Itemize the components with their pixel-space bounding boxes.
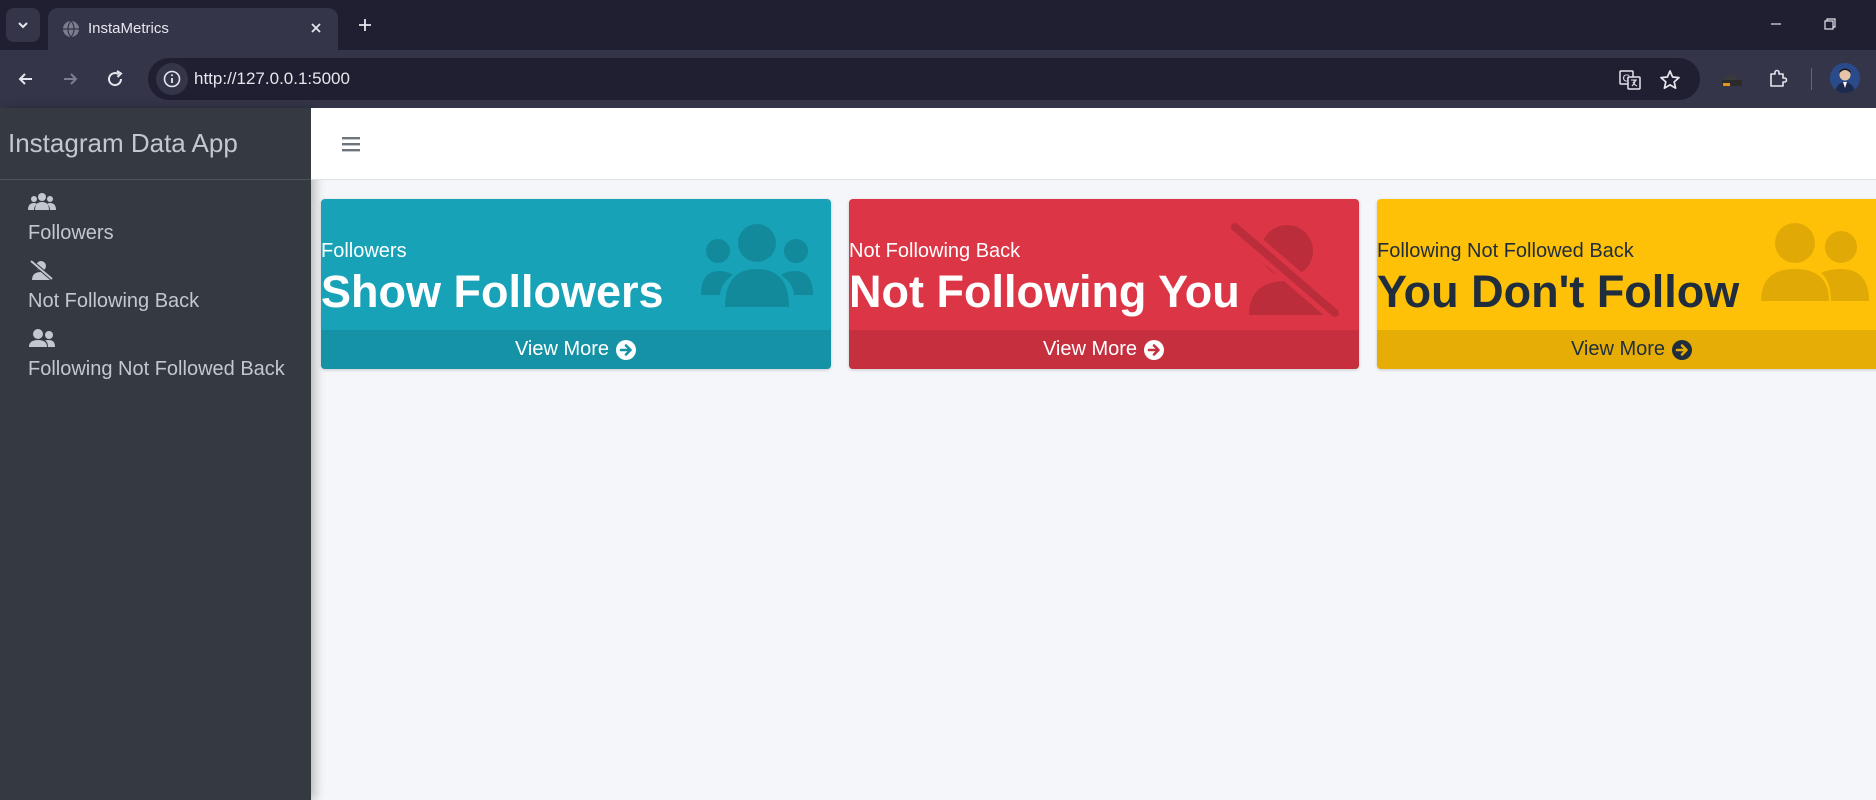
card-subtitle: Followers xyxy=(321,240,407,262)
main-content: Followers Show Followers View More Not F… xyxy=(311,180,1876,800)
sidebar-item-label: Following Not Followed Back xyxy=(28,358,285,380)
minimize-icon xyxy=(1771,23,1781,25)
toolbar-divider xyxy=(1811,68,1812,90)
menu-toggle-button[interactable] xyxy=(337,130,365,158)
tab-close-button[interactable] xyxy=(304,16,328,40)
extension-item-button[interactable] xyxy=(1716,63,1748,95)
hamburger-icon xyxy=(342,137,360,152)
new-tab-button[interactable] xyxy=(350,10,380,40)
sidebar-item-followers[interactable]: Followers xyxy=(0,180,311,248)
view-more-label: View More xyxy=(514,338,610,360)
url-text: http://127.0.0.1:5000 xyxy=(194,69,350,88)
card-title: You Don't Follow xyxy=(1377,266,1740,317)
translate-button[interactable]: G xyxy=(1616,66,1644,94)
card-view-more-link[interactable]: View More xyxy=(1377,330,1876,369)
plus-icon xyxy=(359,19,371,31)
view-more-label: View More xyxy=(1570,338,1666,360)
user-friends-icon xyxy=(29,329,55,347)
forward-button[interactable] xyxy=(54,63,86,95)
extension-item-icon xyxy=(1722,75,1742,86)
address-bar[interactable]: http://127.0.0.1:5000 G xyxy=(148,58,1700,100)
card-title: Show Followers xyxy=(321,266,664,317)
card-subtitle: Not Following Back xyxy=(849,240,1021,262)
card-subtitle: Following Not Followed Back xyxy=(1377,240,1634,262)
restore-button[interactable] xyxy=(1810,8,1850,40)
chevron-down-icon xyxy=(18,22,28,29)
user-friends-icon xyxy=(1761,223,1869,301)
users-icon xyxy=(701,224,813,307)
restore-icon xyxy=(1824,18,1836,30)
translate-icon: G xyxy=(1619,70,1641,90)
arrow-circle-right-icon xyxy=(616,339,637,360)
user-slash-icon xyxy=(1229,223,1341,319)
view-more-label: View More xyxy=(1042,338,1138,360)
browser-toolbar: http://127.0.0.1:5000 G xyxy=(0,50,1876,108)
back-button[interactable] xyxy=(10,63,42,95)
globe-icon xyxy=(63,20,79,38)
sidebar: Instagram Data App Followers Not Followi… xyxy=(0,108,311,800)
reload-button[interactable] xyxy=(99,63,131,95)
browser-tab-bar: InstaMetrics xyxy=(0,0,1876,50)
arrow-left-icon xyxy=(18,73,32,85)
sidebar-item-label: Followers xyxy=(28,222,114,244)
card-followers: Followers Show Followers View More xyxy=(321,199,831,369)
minimize-button[interactable] xyxy=(1756,8,1796,40)
arrow-circle-right-icon xyxy=(1672,339,1693,360)
card-following-not-followed-back: Following Not Followed Back You Don't Fo… xyxy=(1377,199,1876,369)
puzzle-icon xyxy=(1770,69,1788,87)
person-icon xyxy=(1830,63,1860,93)
star-icon xyxy=(1660,70,1680,90)
sidebar-item-following-not-followed-back[interactable]: Following Not Followed Back xyxy=(0,316,311,384)
reload-icon xyxy=(108,70,123,87)
sidebar-item-label: Not Following Back xyxy=(28,290,200,312)
bookmark-button[interactable] xyxy=(1656,66,1684,94)
card-view-more-link[interactable]: View More xyxy=(321,330,831,369)
arrow-circle-right-icon xyxy=(1144,339,1165,360)
site-info-button[interactable] xyxy=(156,63,188,95)
browser-tab[interactable]: InstaMetrics xyxy=(48,8,338,50)
tab-title: InstaMetrics xyxy=(88,20,169,37)
users-icon xyxy=(28,193,56,210)
brand-link[interactable]: Instagram Data App xyxy=(0,108,311,180)
sidebar-item-not-following-back[interactable]: Not Following Back xyxy=(0,248,311,316)
card-not-following-back: Not Following Back Not Following You Vie… xyxy=(849,199,1359,369)
info-icon xyxy=(163,70,181,88)
close-icon xyxy=(311,23,321,33)
profile-avatar[interactable] xyxy=(1830,63,1860,93)
brand-text: Instagram Data App xyxy=(8,128,238,158)
arrow-right-icon xyxy=(64,73,78,85)
top-navbar xyxy=(311,108,1876,180)
card-view-more-link[interactable]: View More xyxy=(849,330,1359,369)
extensions-button[interactable] xyxy=(1762,63,1794,95)
tab-search-button[interactable] xyxy=(6,8,40,42)
user-slash-icon xyxy=(29,259,54,281)
card-title: Not Following You xyxy=(849,266,1240,317)
